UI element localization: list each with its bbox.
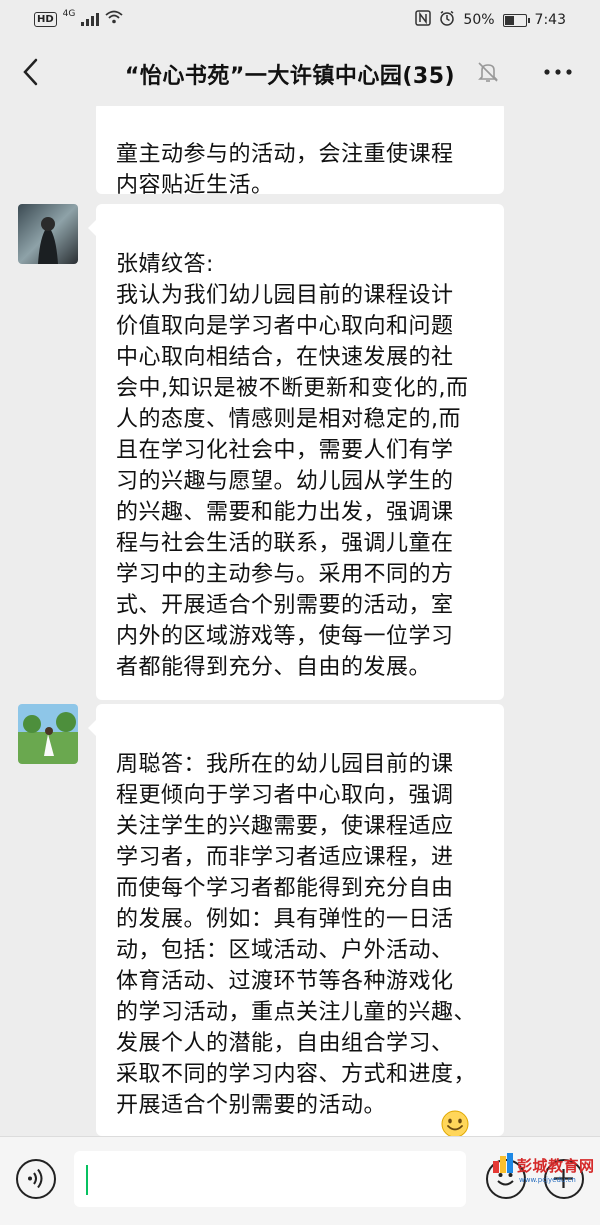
nfc-icon [415,10,432,30]
message-input[interactable] [74,1151,466,1207]
watermark-text: 彭城教育网 [517,1156,595,1175]
chat-header: “怡心书苑”一大许镇中心园(35) [0,38,600,106]
back-arrow-icon[interactable] [16,54,46,90]
smile-emoji [440,1078,470,1136]
wifi-icon [105,10,123,28]
battery-percent: 50% [463,12,495,28]
clock: 7:43 [534,12,566,28]
input-bar [0,1136,600,1225]
avatar[interactable] [18,704,78,764]
signal-icon [81,12,100,26]
mute-bell-icon [476,60,500,84]
message-bubble[interactable]: 周聪答：我所在的幼儿园目前的课 程更倾向于学习者中心取向，强调 关注学生的兴趣需… [88,704,504,1136]
message-text: 张婧纹答: 我认为我们幼儿园目前的课程设计 价值取向是学习者中心取向和问题 中心… [116,252,469,680]
network-type: 4G [62,9,76,19]
chat-title: “怡心书苑”一大许镇中心园(35) [124,64,456,89]
message-text: 周聪答：我所在的幼儿园目前的课 程更倾向于学习者中心取向，强调 关注学生的兴趣需… [116,752,477,1118]
battery-icon [502,13,530,27]
watermark-logo-icon [492,1152,514,1178]
watermark-url: www.pcjyedu.cn [519,1176,576,1184]
watermark: 彭城教育网 [492,1152,596,1178]
message-bubble[interactable]: 张婧纹答: 我认为我们幼儿园目前的课程设计 价值取向是学习者中心取向和问题 中心… [88,204,504,700]
hd-badge: HD [34,11,57,27]
more-dots-icon[interactable] [542,60,574,84]
status-bar: HD 4G 50% 7:43 [0,0,600,38]
chat-area[interactable]: 童主动参与的活动，会注重使课程 内容贴近生活。 张婧纹答: 我认为我们幼儿园目前… [0,106,600,1136]
message-text: 童主动参与的活动，会注重使课程 内容贴近生活。 [116,142,454,198]
avatar[interactable] [18,204,78,264]
alarm-icon [439,10,455,30]
text-caret [86,1165,88,1195]
voice-icon[interactable] [16,1159,56,1199]
message-bubble[interactable]: 童主动参与的活动，会注重使课程 内容贴近生活。 [96,106,504,198]
